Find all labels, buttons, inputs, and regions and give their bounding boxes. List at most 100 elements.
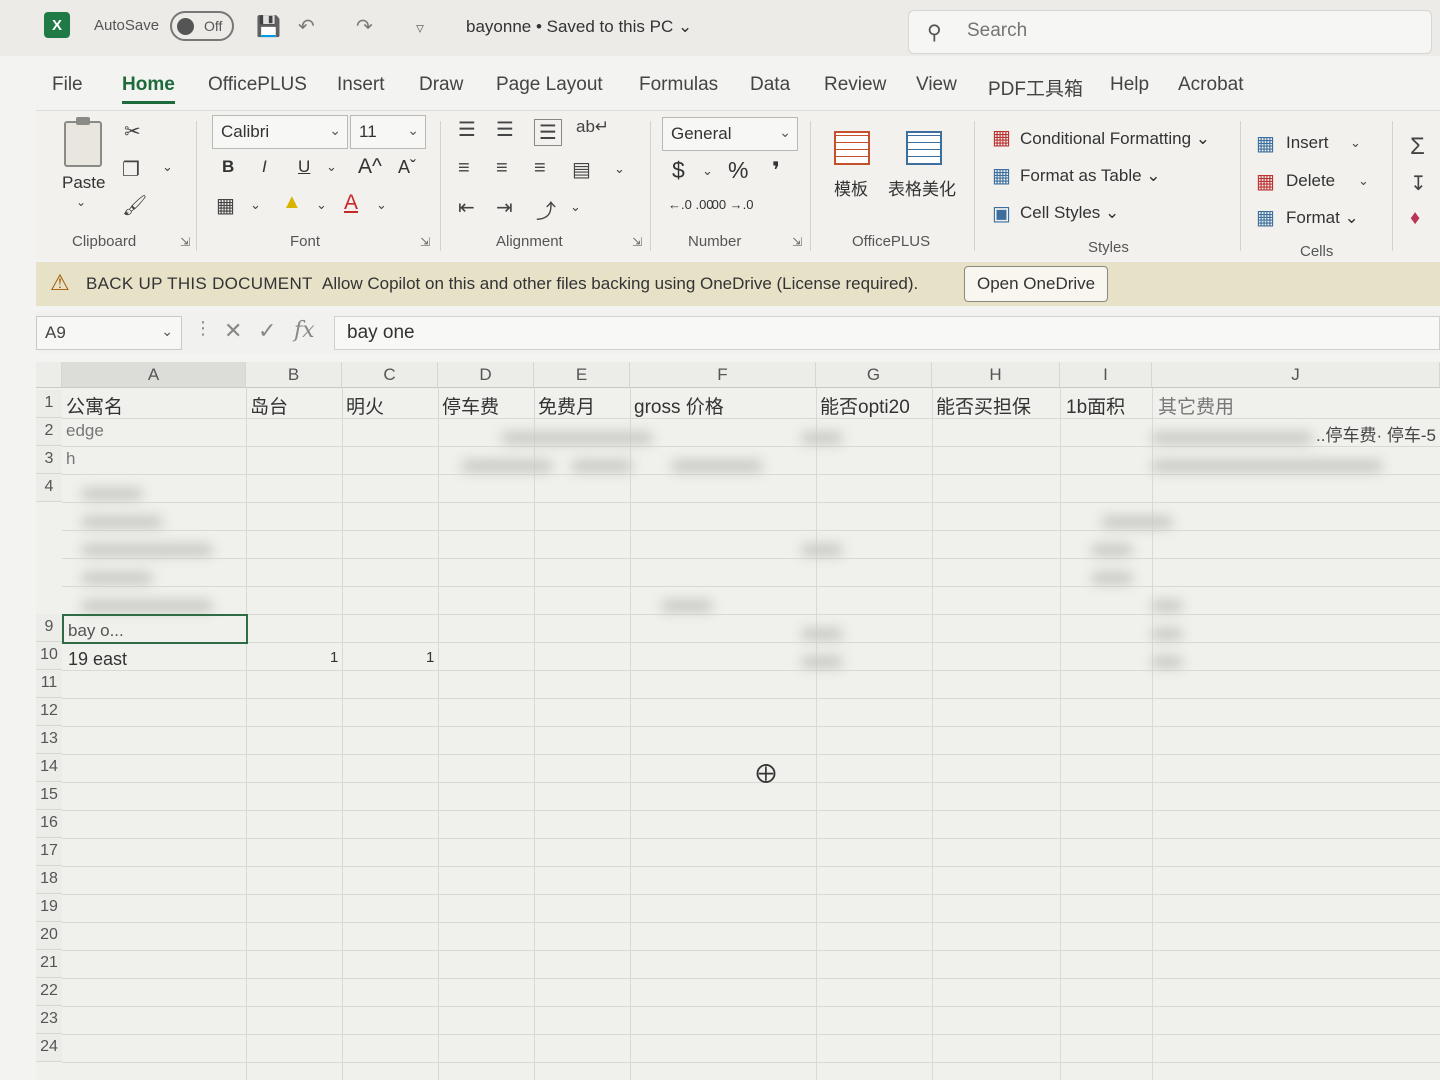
row-header-13[interactable]: 13 — [36, 726, 62, 754]
align-left-icon[interactable]: ≡ — [458, 157, 470, 180]
row-header-10[interactable]: 10 — [36, 642, 62, 670]
increase-indent-icon[interactable]: ⇥ — [496, 195, 513, 220]
autosum-icon[interactable]: Σ — [1410, 133, 1425, 161]
conditional-formatting-icon[interactable]: ▦ — [992, 125, 1011, 150]
wrap-text-icon[interactable]: ab↵ — [576, 117, 609, 137]
row-header-23[interactable]: 23 — [36, 1006, 62, 1034]
decrease-decimal-button[interactable]: .00 →.0 — [708, 197, 754, 212]
cell-j1[interactable]: 其它费用 — [1158, 392, 1234, 419]
select-all-corner[interactable] — [36, 362, 62, 388]
alignment-launcher-icon[interactable]: ⇲ — [632, 235, 642, 249]
open-onedrive-button[interactable]: Open OneDrive — [964, 266, 1109, 302]
underline-button[interactable]: U — [298, 157, 310, 177]
insert-function-button[interactable]: fx — [294, 318, 315, 343]
worksheet-grid[interactable]: A B C D E F G H I J 1 2 3 4 9 10 11 12 1… — [36, 362, 1440, 1080]
column-header-b[interactable]: B — [246, 362, 342, 388]
template-icon[interactable] — [834, 131, 870, 165]
row-header-12[interactable]: 12 — [36, 698, 62, 726]
shrink-font-button[interactable]: Aˇ — [398, 157, 416, 178]
row-header-14[interactable]: 14 — [36, 754, 62, 782]
conditional-formatting-button[interactable]: Conditional Formatting ⌄ — [1020, 129, 1210, 149]
column-header-h[interactable]: H — [932, 362, 1060, 388]
font-launcher-icon[interactable]: ⇲ — [420, 235, 430, 249]
cut-icon[interactable]: ✂ — [124, 119, 141, 144]
fill-color-dropdown-icon[interactable]: ⌄ — [316, 197, 327, 213]
paste-icon[interactable] — [64, 117, 102, 167]
format-cells-button[interactable]: Format ⌄ — [1286, 208, 1359, 228]
bold-button[interactable]: B — [222, 157, 234, 177]
cell-d1[interactable]: 停车费 — [442, 392, 499, 419]
align-middle-icon[interactable]: ☰ — [496, 117, 514, 142]
font-name-select[interactable]: Calibri ⌄ — [212, 115, 348, 149]
undo-icon[interactable]: ↶ — [298, 14, 315, 39]
number-format-select[interactable]: General ⌄ — [662, 117, 798, 151]
autosave-toggle[interactable]: Off — [170, 11, 234, 41]
tab-formulas[interactable]: Formulas — [639, 74, 718, 96]
borders-dropdown-icon[interactable]: ⌄ — [250, 197, 261, 213]
cancel-icon[interactable]: ✕ — [224, 318, 242, 344]
insert-dropdown-icon[interactable]: ⌄ — [1350, 135, 1361, 151]
merge-center-icon[interactable]: ▤ — [572, 157, 591, 182]
format-painter-icon[interactable]: 🖌 — [122, 193, 147, 218]
column-header-e[interactable]: E — [534, 362, 630, 388]
cell-f1[interactable]: gross 价格 — [634, 392, 724, 419]
name-box[interactable]: A9 ⌄ — [36, 316, 182, 350]
tab-view[interactable]: View — [916, 74, 957, 96]
delete-cells-icon[interactable]: ▦ — [1256, 169, 1275, 194]
row-header-4[interactable]: 4 — [36, 474, 62, 502]
font-color-dropdown-icon[interactable]: ⌄ — [376, 197, 387, 213]
cell-styles-icon[interactable]: ▣ — [992, 201, 1011, 226]
row-header-24[interactable]: 24 — [36, 1034, 62, 1062]
row-header-11[interactable]: 11 — [36, 670, 62, 698]
orientation-icon[interactable]: ⤴ — [536, 195, 556, 224]
row-header-19[interactable]: 19 — [36, 894, 62, 922]
tab-file[interactable]: File — [52, 74, 83, 96]
row-header-22[interactable]: 22 — [36, 978, 62, 1006]
align-bottom-icon[interactable]: ☰ — [534, 119, 562, 146]
cell-c1[interactable]: 明火 — [346, 392, 384, 419]
paste-dropdown-icon[interactable]: ⌄ — [76, 195, 86, 209]
borders-icon[interactable]: ▦ — [216, 193, 235, 218]
enter-icon[interactable]: ✓ — [258, 318, 276, 344]
customize-qat-icon[interactable]: ▿ — [416, 18, 424, 38]
format-as-table-icon[interactable]: ▦ — [992, 163, 1011, 188]
cell-i1[interactable]: 1b面积 — [1066, 392, 1125, 419]
column-header-g[interactable]: G — [816, 362, 932, 388]
paste-button-label[interactable]: Paste — [62, 173, 105, 193]
search-box[interactable]: ⚲ — [908, 10, 1432, 54]
cell-e1[interactable]: 免费月 — [538, 392, 595, 419]
italic-button[interactable]: I — [262, 157, 267, 177]
row-header-9[interactable]: 9 — [36, 614, 62, 642]
tab-data[interactable]: Data — [750, 74, 790, 96]
align-top-icon[interactable]: ☰ — [458, 117, 476, 142]
column-header-f[interactable]: F — [630, 362, 816, 388]
cell-h1[interactable]: 能否买担保 — [936, 392, 1031, 419]
more-options-icon[interactable]: ⋮ — [194, 318, 212, 339]
insert-cells-button[interactable]: Insert — [1286, 133, 1329, 153]
column-header-j[interactable]: J — [1152, 362, 1440, 388]
table-beautify-icon[interactable] — [906, 131, 942, 165]
increase-decimal-button[interactable]: ←.0 .00 — [668, 197, 714, 212]
align-right-icon[interactable]: ≡ — [534, 157, 546, 180]
decrease-indent-icon[interactable]: ⇤ — [458, 195, 475, 220]
comma-button[interactable]: ❜ — [772, 157, 780, 184]
tab-page-layout[interactable]: Page Layout — [496, 74, 603, 96]
font-color-icon[interactable]: A — [344, 191, 358, 215]
active-cell-selection[interactable] — [62, 614, 248, 644]
format-as-table-button[interactable]: Format as Table ⌄ — [1020, 166, 1161, 186]
number-launcher-icon[interactable]: ⇲ — [792, 235, 802, 249]
row-header-21[interactable]: 21 — [36, 950, 62, 978]
row-header-15[interactable]: 15 — [36, 782, 62, 810]
delete-dropdown-icon[interactable]: ⌄ — [1358, 173, 1369, 189]
column-header-c[interactable]: C — [342, 362, 438, 388]
orientation-dropdown-icon[interactable]: ⌄ — [570, 199, 581, 215]
clipboard-launcher-icon[interactable]: ⇲ — [180, 235, 190, 249]
column-header-d[interactable]: D — [438, 362, 534, 388]
cell-a1[interactable]: 公寓名 — [66, 392, 123, 419]
redo-icon[interactable]: ↷ — [356, 14, 373, 39]
row-header-17[interactable]: 17 — [36, 838, 62, 866]
row-header-2[interactable]: 2 — [36, 418, 62, 446]
fill-icon[interactable]: ↧ — [1410, 171, 1427, 196]
fill-color-icon[interactable]: ▲ — [282, 191, 302, 214]
save-icon[interactable]: 💾 — [256, 14, 281, 39]
